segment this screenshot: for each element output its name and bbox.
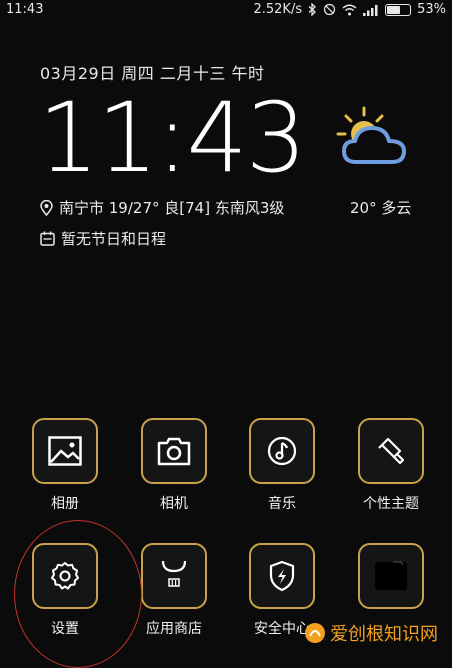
bluetooth-icon	[308, 3, 317, 16]
camera-tile[interactable]	[141, 418, 207, 484]
music-icon	[267, 436, 297, 466]
location-weather-text: 南宁市 19/27° 良[74] 东南风3级	[59, 199, 285, 217]
status-time: 11:43	[6, 2, 44, 17]
app-store-tile[interactable]	[141, 543, 207, 609]
highlight-circle	[14, 520, 142, 668]
wifi-icon	[342, 4, 357, 15]
theme-tile[interactable]	[358, 418, 424, 484]
app-label: 个性主题	[363, 496, 419, 512]
location-pin-icon	[40, 199, 53, 216]
app-camera[interactable]: 相机	[126, 418, 222, 513]
weather-location-line: 南宁市 19/27° 良[74] 东南风3级	[40, 197, 284, 218]
calendar-text: 暂无节日和日程	[61, 230, 167, 248]
watermark-text: 爱创根知识网	[330, 624, 438, 645]
network-speed: 2.52K/s	[253, 2, 303, 17]
date-line: 03月29日 周四 二月十三 午时	[40, 64, 265, 83]
app-store-bag-icon	[161, 560, 187, 587]
silent-icon	[323, 3, 336, 16]
app-gallery[interactable]: 相册	[17, 418, 113, 513]
current-temperature: 20° 多云	[350, 199, 412, 217]
folder-icon	[375, 561, 407, 590]
app-theme[interactable]: 个性主题	[343, 418, 439, 513]
status-bar: 11:43 2.52K/s 53%	[0, 0, 452, 20]
calendar-line: 暂无节日和日程	[40, 228, 166, 249]
app-label: 应用商店	[146, 621, 202, 637]
camera-icon	[157, 437, 191, 466]
watermark: 爱创根知识网	[304, 620, 438, 646]
music-tile[interactable]	[249, 418, 315, 484]
app-music[interactable]: 音乐	[234, 418, 330, 513]
folder-tile[interactable]	[358, 543, 424, 609]
partly-cloudy-icon	[336, 106, 406, 164]
gallery-icon	[48, 436, 82, 466]
status-right: 2.52K/s 53%	[253, 2, 446, 17]
app-label: 相机	[160, 496, 188, 512]
battery-icon	[385, 3, 412, 16]
theme-brush-icon	[378, 437, 405, 465]
shield-bolt-icon	[269, 560, 295, 592]
watermark-logo-icon	[305, 623, 325, 643]
app-folder[interactable]	[343, 543, 439, 618]
security-tile[interactable]	[249, 543, 315, 609]
calendar-icon	[40, 231, 55, 246]
signal-icon	[363, 4, 378, 16]
clock: 11:43	[38, 82, 307, 194]
gallery-tile[interactable]	[32, 418, 98, 484]
battery-percent: 53%	[417, 2, 446, 17]
app-label: 音乐	[268, 496, 296, 512]
app-label: 相册	[51, 496, 79, 512]
